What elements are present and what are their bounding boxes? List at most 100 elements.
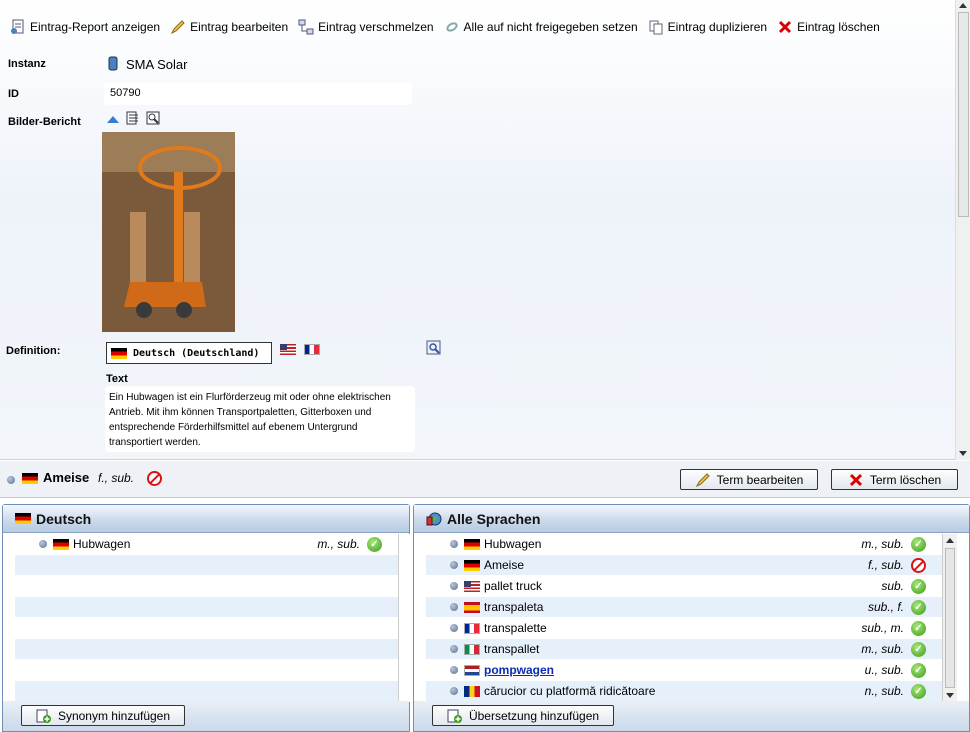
empty-row (15, 597, 398, 618)
term-label: transpaleta (484, 600, 544, 614)
term-delete-button[interactable]: Term löschen (831, 469, 958, 490)
tab-us-flag-icon[interactable] (280, 344, 296, 355)
duplicate-entry-label: Eintrag duplizieren (667, 20, 768, 34)
unreleased-icon (444, 19, 460, 35)
german-flag-icon (53, 538, 69, 550)
report-label: Eintrag-Report anzeigen (30, 20, 161, 34)
approved-icon: ✓ (911, 599, 926, 615)
list-item[interactable]: pompwagen u., sub. ✓ (426, 660, 942, 681)
term-grammar: m., sub. (861, 537, 904, 551)
term-name: Ameise (43, 470, 90, 485)
scroll-up-icon[interactable] (959, 3, 967, 8)
definition-label: Definition: (6, 345, 61, 357)
duplicate-entry-button[interactable]: Eintrag duplizieren (648, 19, 767, 35)
us-flag-icon (464, 580, 480, 592)
detail-scrollbar[interactable] (955, 0, 970, 460)
report-icon (10, 19, 26, 35)
image-search-icon[interactable] (146, 111, 160, 128)
bullet-icon (450, 561, 458, 569)
arrow-up-icon[interactable] (106, 113, 120, 128)
empty-row (15, 576, 398, 597)
term-label: transpallet (484, 642, 540, 656)
zoom-icon[interactable] (426, 340, 442, 359)
text-label: Text (106, 373, 128, 385)
approved-icon: ✓ (911, 536, 926, 552)
empty-row (15, 681, 398, 702)
list-item[interactable]: cărucior cu platformă ridicătoare n., su… (426, 681, 942, 702)
tab-french-flag-icon[interactable] (304, 344, 320, 355)
translations-list: Hubwagen m., sub. ✓ Ameise f., sub. pall… (426, 534, 942, 702)
list-item[interactable]: pallet truck sub. ✓ (426, 576, 942, 597)
pencil-icon (170, 19, 186, 35)
term-link[interactable]: pompwagen (484, 663, 554, 677)
duplicate-icon (648, 19, 664, 35)
add-synonym-label: Synonym hinzufügen (57, 708, 171, 723)
delete-entry-button[interactable]: Eintrag löschen (777, 19, 880, 35)
term-grammar: sub. (881, 579, 904, 593)
approved-icon: ✓ (911, 683, 926, 699)
scroll-thumb[interactable] (958, 12, 969, 217)
entry-toolbar: Eintrag-Report anzeigen Eintrag bearbeit… (10, 17, 890, 37)
german-panel-footer: Synonym hinzufügen (3, 701, 409, 731)
french-flag-icon (464, 622, 480, 634)
term-label: cărucior cu platformă ridicătoare (484, 684, 656, 698)
list-item[interactable]: Hubwagen m., sub. ✓ (426, 534, 942, 555)
romanian-flag-icon (464, 685, 480, 697)
term-grammar: sub., m. (861, 621, 904, 635)
list-icon[interactable] (126, 111, 140, 128)
list-item[interactable]: Hubwagen m., sub. ✓ (15, 534, 398, 555)
translations-scrollbar[interactable] (942, 534, 957, 702)
bullet-icon (39, 540, 47, 548)
blocked-icon (911, 557, 926, 573)
list-item[interactable]: transpalette sub., m. ✓ (426, 618, 942, 639)
id-label: ID (8, 88, 19, 100)
list-item[interactable]: transpaleta sub., f. ✓ (426, 597, 942, 618)
merge-icon (298, 19, 314, 35)
scroll-down-icon[interactable] (959, 451, 967, 456)
definition-tab-german[interactable]: Deutsch (Deutschland) (106, 342, 272, 364)
scroll-thumb[interactable] (945, 548, 955, 688)
list-item[interactable]: Ameise f., sub. (426, 555, 942, 576)
term-delete-label: Term löschen (869, 472, 942, 487)
delete-icon (848, 472, 864, 488)
term-grammar: u., sub. (864, 663, 904, 677)
empty-row (15, 555, 398, 576)
approved-icon: ✓ (367, 536, 382, 552)
report-button[interactable]: Eintrag-Report anzeigen (10, 19, 160, 35)
definition-tab-label: Deutsch (Deutschland) (133, 347, 260, 359)
scroll-up-icon[interactable] (946, 538, 954, 543)
term-edit-button[interactable]: Term bearbeiten (680, 469, 818, 490)
term-flag-icon (22, 473, 38, 484)
german-terms-list: Hubwagen m., sub. ✓ (15, 534, 398, 702)
approved-icon: ✓ (911, 662, 926, 678)
german-terms-panel: Deutsch Hubwagen m., sub. ✓ Synonym hinz… (2, 504, 413, 732)
bullet-icon (450, 666, 458, 674)
set-unreleased-label: Alle auf nicht freigegeben setzen (463, 20, 638, 34)
add-translation-button[interactable]: Übersetzung hinzufügen (432, 705, 614, 726)
instance-value: SMA Solar (126, 57, 188, 72)
pallet-truck-photo[interactable] (102, 132, 235, 332)
german-panel-title: Deutsch (36, 510, 92, 527)
german-list-edge (398, 534, 413, 702)
instance-label: Instanz (8, 58, 46, 70)
images-label: Bilder-Bericht (8, 116, 81, 128)
term-grammar: n., sub. (864, 684, 904, 698)
list-item[interactable]: transpallet m., sub. ✓ (426, 639, 942, 660)
add-synonym-button[interactable]: Synonym hinzufügen (21, 705, 185, 726)
all-languages-panel: Alle Sprachen Hubwagen m., sub. ✓ Ameise… (413, 504, 970, 732)
german-flag-icon (111, 347, 127, 359)
scroll-down-icon[interactable] (946, 693, 954, 698)
term-label: Hubwagen (73, 537, 131, 551)
term-label: Hubwagen (484, 537, 542, 551)
add-term-icon (447, 708, 463, 724)
term-grammar: f., sub. (867, 558, 904, 572)
delete-entry-label: Eintrag löschen (797, 20, 880, 34)
set-unreleased-button[interactable]: Alle auf nicht freigegeben setzen (444, 19, 638, 35)
term-bullet-icon (7, 476, 15, 484)
id-value: 50790 (104, 83, 412, 105)
german-flag-icon (15, 513, 31, 524)
italian-flag-icon (464, 643, 480, 655)
edit-entry-button[interactable]: Eintrag bearbeiten (170, 19, 288, 35)
all-languages-header: Alle Sprachen (414, 505, 969, 533)
merge-entry-button[interactable]: Eintrag verschmelzen (298, 19, 434, 35)
